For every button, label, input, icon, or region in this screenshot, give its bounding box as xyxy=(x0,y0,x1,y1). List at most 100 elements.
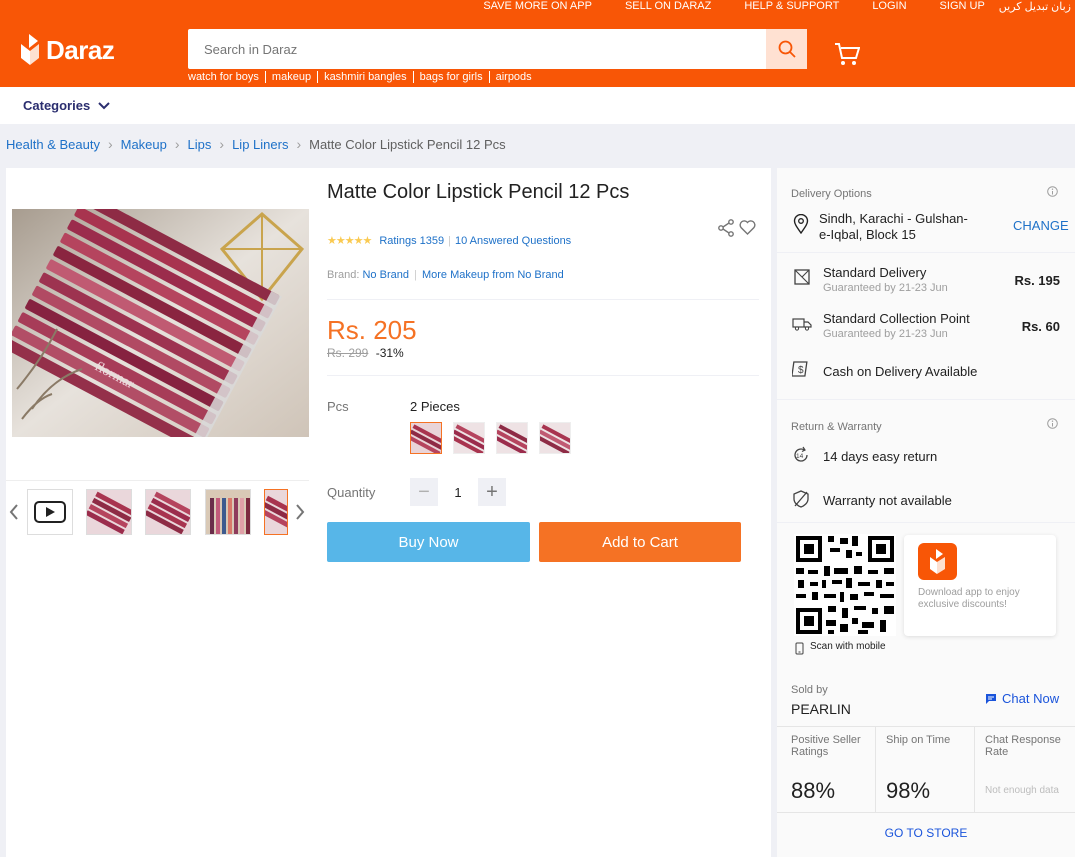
ratings-link[interactable]: Ratings 1359 xyxy=(379,235,444,247)
variant-option[interactable] xyxy=(453,422,485,454)
categories-menu[interactable]: Categories xyxy=(23,98,110,113)
image-thumbnail[interactable] xyxy=(145,489,191,535)
variant-option-selected[interactable] xyxy=(410,422,442,454)
chevron-right-icon: › xyxy=(107,136,113,152)
divider xyxy=(777,252,1075,253)
heart-icon[interactable] xyxy=(739,220,756,235)
metric-value: Not enough data xyxy=(985,785,1059,796)
change-location-link[interactable]: CHANGE xyxy=(1013,218,1069,233)
image-thumbnail[interactable] xyxy=(86,489,132,535)
chevron-left-icon[interactable] xyxy=(9,503,19,521)
help-link[interactable]: HELP & SUPPORT xyxy=(744,0,839,16)
save-more-link[interactable]: SAVE MORE ON APP xyxy=(483,0,592,16)
cart-button[interactable] xyxy=(834,42,861,71)
buy-now-button[interactable]: Buy Now xyxy=(327,522,530,562)
variant-image xyxy=(497,424,527,453)
daraz-logo-icon xyxy=(21,34,39,65)
sell-link[interactable]: SELL ON DARAZ xyxy=(625,0,711,16)
svg-text:14: 14 xyxy=(796,453,804,460)
brand-link[interactable]: No Brand xyxy=(362,269,408,281)
thumbnail-image xyxy=(87,491,131,534)
app-promo-card[interactable]: Download app to enjoy exclusive discount… xyxy=(904,535,1056,636)
divider xyxy=(327,375,759,376)
seller-name[interactable]: PEARLIN xyxy=(791,701,851,717)
signup-link[interactable]: SIGN UP xyxy=(940,0,985,16)
truck-icon xyxy=(792,318,812,331)
shield-off-icon xyxy=(793,490,809,508)
delivery-option-name: Standard Collection Point xyxy=(823,311,970,326)
keyword-link[interactable]: bags for girls xyxy=(412,71,489,83)
breadcrumb-link[interactable]: Health & Beauty xyxy=(6,137,100,152)
info-icon[interactable] xyxy=(1047,418,1058,429)
chevron-right-icon[interactable] xyxy=(295,503,305,521)
chat-now-button[interactable]: Chat Now xyxy=(985,691,1059,706)
quantity-value[interactable]: 1 xyxy=(438,478,478,506)
language-link[interactable]: زبان تبدیل کریں xyxy=(999,0,1071,16)
breadcrumb-link[interactable]: Lips xyxy=(188,137,212,152)
variant-image xyxy=(540,424,570,453)
keyword-link[interactable]: watch for boys xyxy=(188,71,265,83)
video-thumbnail[interactable] xyxy=(27,489,73,535)
variant-option[interactable] xyxy=(539,422,571,454)
keyword-link[interactable]: airpods xyxy=(488,71,538,83)
variant-option[interactable] xyxy=(496,422,528,454)
search-input[interactable] xyxy=(188,29,758,69)
sold-by-label: Sold by xyxy=(791,684,828,696)
divider: | xyxy=(448,234,451,247)
chevron-right-icon: › xyxy=(296,136,302,152)
quantity-increase-button[interactable]: + xyxy=(478,478,506,506)
cash-icon: $ xyxy=(792,361,808,377)
cart-icon xyxy=(835,43,861,65)
delivery-option-guarantee: Guaranteed by 21-23 Jun xyxy=(823,328,948,340)
search-suggestions: watch for boys makeup kashmiri bangles b… xyxy=(188,71,538,83)
divider xyxy=(327,299,759,300)
scan-text: Scan with mobile xyxy=(810,641,886,652)
product-image[interactable]: flormar xyxy=(12,209,309,437)
location-pin-icon xyxy=(793,214,809,234)
quantity-decrease-button[interactable]: − xyxy=(410,478,438,506)
svg-text:$: $ xyxy=(798,365,804,376)
discount: -31% xyxy=(375,346,404,360)
delivery-option-guarantee: Guaranteed by 21-23 Jun xyxy=(823,282,948,294)
breadcrumb-current: Matte Color Lipstick Pencil 12 Pcs xyxy=(309,136,506,152)
brand-label: Brand: xyxy=(327,269,360,281)
quantity-label: Quantity xyxy=(327,485,376,500)
more-brand-link[interactable]: More Makeup from No Brand xyxy=(422,269,564,281)
image-thumbnail[interactable] xyxy=(205,489,251,535)
login-link[interactable]: LOGIN xyxy=(872,0,906,16)
delivery-option-price: Rs. 60 xyxy=(1021,319,1060,334)
logo-text: Daraz xyxy=(46,34,115,65)
share-icon[interactable] xyxy=(718,219,734,237)
breadcrumb-link[interactable]: Lip Liners xyxy=(232,137,288,152)
chevron-right-icon: › xyxy=(174,136,180,152)
keyword-link[interactable]: kashmiri bangles xyxy=(317,71,413,83)
divider xyxy=(974,726,975,812)
top-links: SAVE MORE ON APP SELL ON DARAZ HELP & SU… xyxy=(483,0,1075,16)
info-icon[interactable] xyxy=(1047,186,1058,197)
return-icon: 14 xyxy=(794,446,808,462)
rating-row: ★★★★★ Ratings 1359 | 10 Answered Questio… xyxy=(327,234,571,248)
keyword-link[interactable]: makeup xyxy=(264,71,317,83)
search-button[interactable] xyxy=(766,29,807,69)
site-header: SAVE MORE ON APP SELL ON DARAZ HELP & SU… xyxy=(0,0,1075,87)
image-thumbnail-selected[interactable] xyxy=(264,489,288,535)
warranty-text: Warranty not available xyxy=(823,493,952,508)
add-to-cart-button[interactable]: Add to Cart xyxy=(539,522,741,562)
metric-label: Chat Response Rate xyxy=(985,734,1061,758)
breadcrumb-link[interactable]: Makeup xyxy=(121,137,167,152)
metric-label: Positive Seller Ratings xyxy=(791,734,861,758)
star-rating-icon: ★★★★★ xyxy=(327,235,372,247)
go-to-store-link[interactable]: GO TO STORE xyxy=(777,826,1075,840)
search-bar xyxy=(188,29,807,69)
questions-link[interactable]: 10 Answered Questions xyxy=(455,235,571,247)
warranty-section: Return & Warranty 14 14 days easy return… xyxy=(777,401,1075,523)
return-text: 14 days easy return xyxy=(823,449,938,464)
delivery-option-price: Rs. 195 xyxy=(1014,273,1060,288)
play-icon xyxy=(34,501,66,523)
old-price: Rs. 299 xyxy=(327,346,369,360)
chevron-right-icon: › xyxy=(219,136,225,152)
thumbnail-image xyxy=(146,491,190,534)
delivery-header: Delivery Options xyxy=(791,188,872,200)
package-icon xyxy=(794,269,810,285)
daraz-logo[interactable]: Daraz xyxy=(20,34,115,66)
